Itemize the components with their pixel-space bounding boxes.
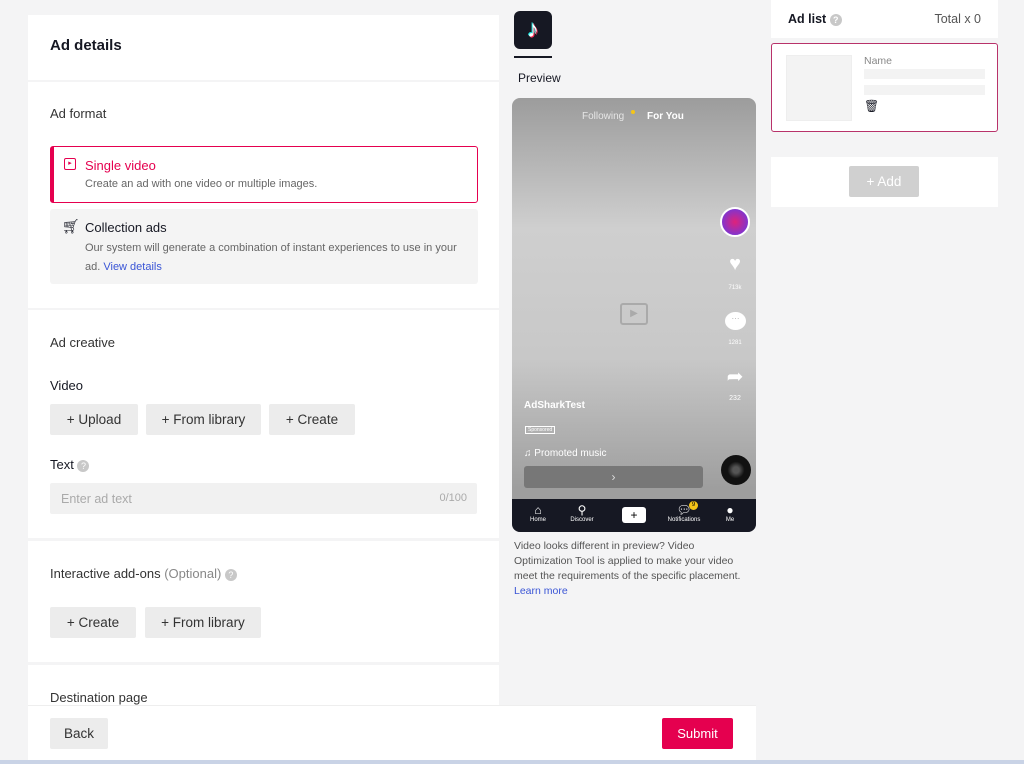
video-icon: ▸ <box>64 158 76 170</box>
interactive-create-button[interactable]: + Create <box>50 607 136 638</box>
skeleton-line <box>864 69 985 79</box>
cart-icon: 🛒︎ <box>62 218 80 234</box>
page-title: Ad details <box>50 37 122 54</box>
cta-button: › <box>524 466 703 488</box>
skeleton-line <box>864 85 985 95</box>
submit-button[interactable]: Submit <box>662 718 733 749</box>
ad-text-input[interactable]: Enter ad text 0/100 <box>50 483 477 514</box>
upload-button[interactable]: + Upload <box>50 404 138 435</box>
phone-preview: Following For You ▶ ♥ 713k ··· 1281 ➦ 23… <box>512 98 756 532</box>
help-icon[interactable]: ? <box>224 568 237 581</box>
nav-home: ⌂ Home <box>529 503 546 523</box>
view-details-link[interactable]: View details <box>103 261 162 273</box>
ad-list-header: Ad list ? Total x 0 <box>771 0 998 38</box>
ad-creative-label: Ad creative <box>50 335 116 350</box>
add-area: + Add <box>771 157 998 207</box>
ad-total: Total x 0 <box>934 12 981 26</box>
preview-tab[interactable]: Preview <box>518 71 561 85</box>
from-library-button[interactable]: + From library <box>146 404 261 435</box>
destination-label: Destination page <box>50 690 148 705</box>
comment-icon: ··· <box>725 312 746 330</box>
placeholder: Enter ad text <box>61 492 132 506</box>
home-icon: ⌂ <box>534 503 542 517</box>
notification-badge: 9 <box>689 501 698 510</box>
option-title: Single video <box>85 158 156 173</box>
heart-icon: ♥ <box>729 253 741 275</box>
ad-format-label: Ad format <box>50 106 107 121</box>
ad-list-title: Ad list ? <box>788 12 842 26</box>
video-label: Video <box>50 378 84 393</box>
create-button[interactable]: + Create <box>269 404 355 435</box>
ad-thumbnail <box>786 55 852 121</box>
bottom-nav: ⌂ Home ⚲ Discover + 💬︎ Notifications 9 ● Me <box>512 499 756 532</box>
name-label: Name <box>864 55 893 67</box>
interactive-label: Interactive add-ons (Optional) ? <box>50 566 237 581</box>
char-counter: 0/100 <box>439 492 467 504</box>
bottom-edge <box>0 760 1024 764</box>
nav-me: ● Me <box>725 503 735 523</box>
ad-details-header: Ad details <box>28 15 499 80</box>
nav-notifications: 💬︎ Notifications <box>667 503 701 523</box>
learn-more-link[interactable]: Learn more <box>514 585 568 597</box>
option-title: Collection ads <box>85 220 167 235</box>
avatar <box>720 207 750 237</box>
likes-count: 713k <box>728 285 742 291</box>
help-icon[interactable]: ? <box>829 13 842 26</box>
interactive-library-button[interactable]: + From library <box>145 607 261 638</box>
shares-count: 232 <box>729 395 741 402</box>
format-option-single-video[interactable]: ▸ Single video Create an ad with one vid… <box>50 146 478 203</box>
trash-icon[interactable]: 🗑︎ <box>864 99 879 113</box>
profile-icon: ● <box>726 503 734 517</box>
comments-count: 1281 <box>728 340 742 346</box>
music-disc-icon <box>721 455 751 485</box>
for-you-tab: For You <box>647 111 684 122</box>
video-placeholder-icon: ▶ <box>620 303 648 325</box>
help-icon[interactable]: ? <box>77 459 90 472</box>
text-label: Text ? <box>50 457 90 472</box>
search-icon: ⚲ <box>577 503 587 517</box>
format-option-collection-ads[interactable]: 🛒︎ Collection ads Our system will genera… <box>50 209 478 284</box>
account-name: AdSharkTest <box>524 400 585 411</box>
destination-section: Destination page <box>28 665 499 710</box>
ad-card[interactable]: Name 🗑︎ <box>771 43 998 132</box>
back-button[interactable]: Back <box>50 718 108 749</box>
tiktok-logo-icon[interactable]: ♪ <box>514 11 552 49</box>
footer-bar: Back Submit <box>28 705 756 760</box>
tab-underline <box>514 56 552 58</box>
option-desc: Our system will generate a combination o… <box>85 242 457 273</box>
create-icon: + <box>622 507 646 523</box>
sponsored-badge: Sponsored <box>525 426 556 434</box>
following-tab: Following <box>582 111 625 122</box>
music-label: ♫ Promoted music <box>524 448 607 459</box>
share-icon: ➦ <box>726 366 744 388</box>
nav-discover: ⚲ Discover <box>570 503 594 523</box>
interactive-addons-section: Interactive add-ons (Optional) ? <box>28 541 499 662</box>
add-button[interactable]: + Add <box>849 166 919 197</box>
option-desc: Create an ad with one video or multiple … <box>85 178 318 190</box>
preview-note: Video looks different in preview? Video … <box>514 540 741 597</box>
live-dot <box>631 110 635 114</box>
